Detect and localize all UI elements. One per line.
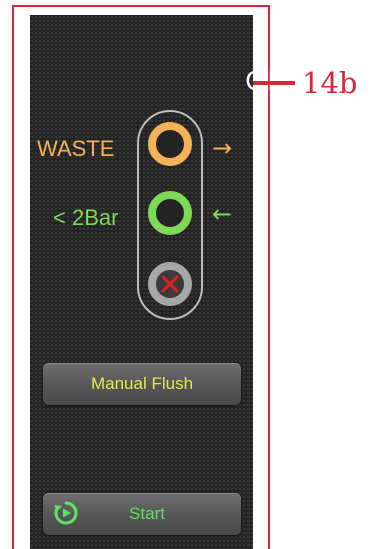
arrow-left-icon: ← (212, 200, 233, 228)
callout-label: 14b (302, 66, 358, 100)
start-button[interactable]: Start (43, 493, 241, 535)
arrow-right-icon: → (212, 134, 233, 162)
pressure-indicator-icon (148, 191, 192, 235)
waste-indicator-icon (148, 122, 192, 166)
callout-leader-line (253, 81, 295, 85)
manual-flush-label: Manual Flush (90, 374, 194, 393)
waste-label: WASTE (37, 136, 115, 161)
start-label: Start (129, 504, 165, 523)
x-icon (161, 275, 179, 293)
pressure-label: < 2Bar (53, 205, 119, 230)
error-indicator-icon (148, 262, 192, 306)
manual-flush-button[interactable]: Manual Flush (43, 363, 241, 405)
